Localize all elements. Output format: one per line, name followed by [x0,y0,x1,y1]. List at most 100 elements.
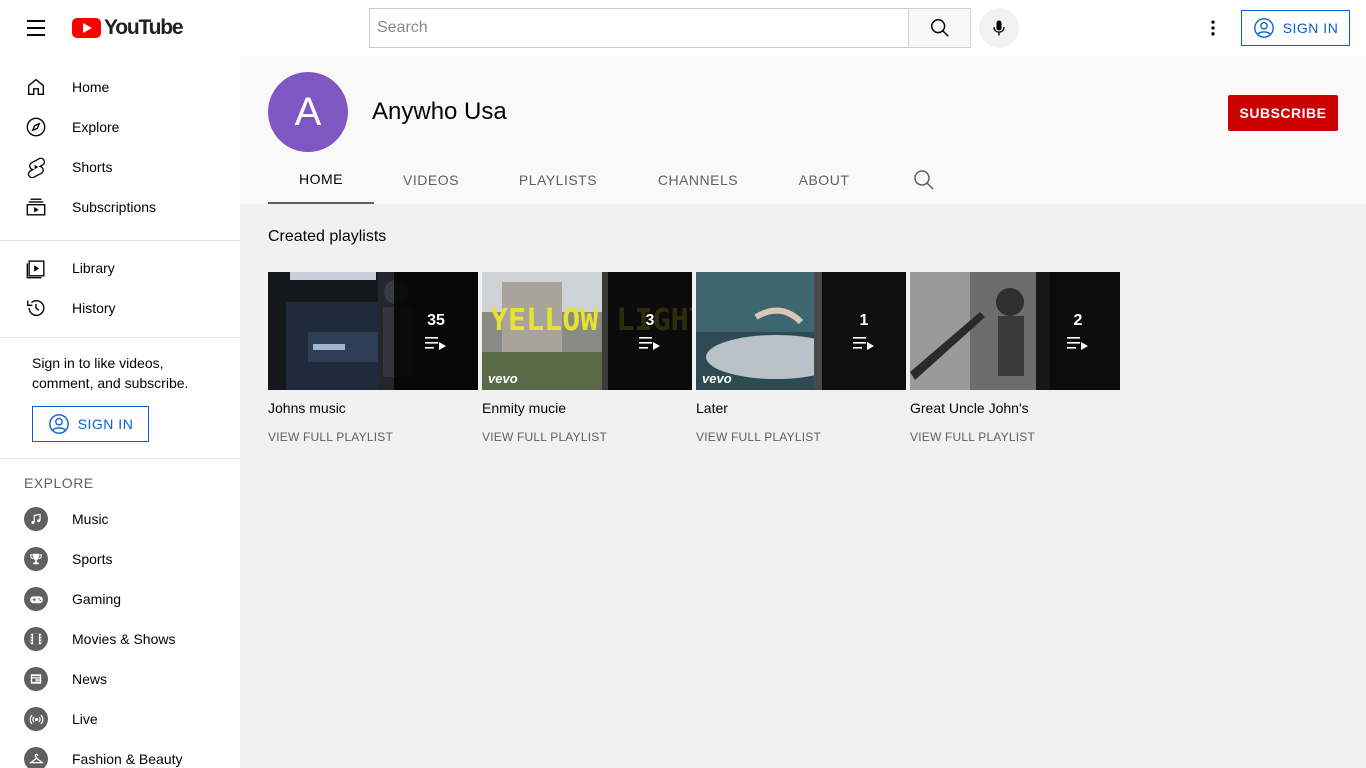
playlist-title[interactable]: Johns music [268,400,478,420]
gaming-icon [24,587,48,611]
menu-icon[interactable] [18,10,54,46]
live-icon [24,707,48,731]
sidebar-item-library[interactable]: Library [0,248,240,288]
playlist-overlay: 2 [1036,272,1120,390]
sidebar-item-sports[interactable]: Sports [0,539,240,579]
voice-search-button[interactable] [979,8,1019,48]
settings-more-button[interactable] [1193,8,1233,48]
playlist-thumbnail[interactable]: vevo 1 [696,272,906,390]
sidebar-item-label: Gaming [72,591,122,607]
explore-section-title: EXPLORE [24,475,94,491]
account-icon [48,414,69,434]
tab-channels[interactable]: CHANNELS [646,156,750,204]
shorts-icon [24,155,48,179]
sidebar: Home Explore Shorts Subscriptions Librar… [0,56,240,768]
vevo-logo: vevo [702,371,732,386]
sidebar-item-label: History [72,300,116,316]
playlist-thumbnail[interactable]: 35 [268,272,478,390]
video-count: 1 [859,312,869,329]
sidebar-item-label: Explore [72,119,120,135]
film-icon [24,627,48,651]
sidebar-item-label: Sports [72,551,113,567]
sidebar-item-label: Library [72,260,115,276]
playlist-icon [1067,337,1088,350]
history-icon [24,296,48,320]
playlist-title[interactable]: Great Uncle John's [910,400,1120,420]
view-full-playlist-link[interactable]: VIEW FULL PLAYLIST [268,430,478,444]
sidebar-sign-in-button[interactable]: SIGN IN [32,406,149,442]
sidebar-item-label: Home [72,79,110,95]
vevo-logo: vevo [488,371,518,386]
video-count: 35 [427,312,445,329]
sidebar-item-explore[interactable]: Explore [0,107,240,147]
search-icon [930,19,949,37]
tab-about[interactable]: ABOUT [786,156,862,204]
sidebar-item-live[interactable]: Live [0,699,240,739]
sidebar-divider [0,337,240,338]
sidebar-item-history[interactable]: History [0,288,240,328]
sidebar-item-fashion[interactable]: Fashion & Beauty [0,739,240,768]
trophy-icon [24,547,48,571]
subscribe-button[interactable]: SUBSCRIBE [1228,95,1338,131]
channel-search-icon[interactable] [912,168,936,192]
playlist-overlay: 35 [394,272,478,390]
top-bar: YouTube SIGN IN [0,0,1366,56]
playlist-card[interactable]: 2 Great Uncle John's VIEW FULL PLAYLIST [910,272,1120,444]
search-button[interactable] [908,8,971,48]
microphone-icon [993,20,1005,36]
tab-home[interactable]: HOME [268,156,374,204]
tab-videos[interactable]: VIDEOS [382,156,480,204]
video-count: 3 [645,312,655,329]
playlist-overlay: 3 [608,272,692,390]
more-vert-icon [1211,20,1215,36]
playlist-card[interactable]: 35 Johns music VIEW FULL PLAYLIST [268,272,478,444]
sidebar-item-label: Subscriptions [72,199,157,215]
view-full-playlist-link[interactable]: VIEW FULL PLAYLIST [482,430,692,444]
playlist-icon [639,337,660,350]
logo-text: YouTube [104,16,184,39]
sidebar-item-label: Live [72,711,98,727]
sidebar-item-news[interactable]: News [0,659,240,699]
playlist-thumbnail[interactable]: YELLOW LIGHT vevo 3 [482,272,692,390]
music-icon [24,507,48,531]
sidebar-item-label: Fashion & Beauty [72,751,183,767]
account-icon [1253,18,1274,38]
view-full-playlist-link[interactable]: VIEW FULL PLAYLIST [696,430,906,444]
channel-name: Anywho Usa [372,98,507,125]
play-logo-icon [72,18,101,38]
sign-in-prompt: Sign in to like videos, comment, and sub… [32,355,189,391]
section-title: Created playlists [268,228,387,245]
sidebar-item-label: Movies & Shows [72,631,176,647]
tab-playlists[interactable]: PLAYLISTS [508,156,608,204]
sign-in-button[interactable]: SIGN IN [1241,10,1350,46]
subscriptions-icon [24,195,48,219]
sign-in-label: SIGN IN [1282,20,1339,36]
playlist-icon [425,337,446,350]
sidebar-item-label: Shorts [72,159,113,175]
playlist-card[interactable]: vevo 1 Later VIEW FULL PLAYLIST [696,272,906,444]
view-full-playlist-link[interactable]: VIEW FULL PLAYLIST [910,430,1120,444]
playlist-title[interactable]: Later [696,400,906,420]
sidebar-item-music[interactable]: Music [0,499,240,539]
sign-in-label: SIGN IN [77,416,134,432]
news-icon [24,667,48,691]
explore-icon [24,115,48,139]
sidebar-divider [0,240,240,241]
playlist-title[interactable]: Enmity mucie [482,400,692,420]
sidebar-item-movies[interactable]: Movies & Shows [0,619,240,659]
playlist-thumbnail[interactable]: 2 [910,272,1120,390]
channel-avatar[interactable]: A [268,72,348,152]
playlist-card[interactable]: YELLOW LIGHT vevo 3 Enmity mucie VIEW FU… [482,272,692,444]
sidebar-item-label: Music [72,511,109,527]
library-icon [24,256,48,280]
sidebar-item-subscriptions[interactable]: Subscriptions [0,187,240,227]
sidebar-item-home[interactable]: Home [0,67,240,107]
sidebar-divider [0,458,240,459]
sidebar-item-shorts[interactable]: Shorts [0,147,240,187]
home-icon [24,75,48,99]
youtube-logo[interactable]: YouTube [72,16,184,39]
search-input[interactable] [369,8,908,48]
sidebar-item-gaming[interactable]: Gaming [0,579,240,619]
sidebar-item-label: News [72,671,108,687]
search-bar [369,8,971,48]
